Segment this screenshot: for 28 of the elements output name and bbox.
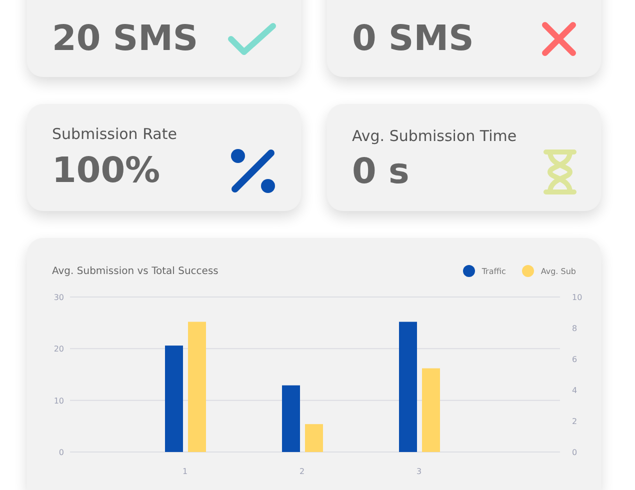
stat-label: Submission Rate — [52, 125, 178, 143]
axis-label: 1 — [182, 467, 188, 476]
bar — [305, 424, 323, 452]
axis-label: 10 — [572, 293, 582, 302]
stat-value: 100% — [52, 150, 160, 193]
stat-label: Avg. Submission Time — [352, 127, 518, 145]
bar — [282, 385, 300, 452]
legend-label: Avg. Sub — [540, 266, 576, 276]
axis-label: 3 — [416, 467, 422, 476]
axis-label: 4 — [572, 386, 578, 395]
stat-value: 0 s — [352, 151, 410, 194]
stat-value: 0 SMS — [352, 18, 474, 61]
axis-label: 2 — [299, 467, 305, 476]
percent-icon — [229, 147, 277, 195]
hourglass-icon — [543, 149, 577, 195]
axis-label: 0 — [572, 448, 578, 457]
axis-label: 30 — [54, 293, 64, 302]
axis-label: 20 — [54, 344, 64, 354]
axis-label: 0 — [58, 448, 64, 457]
axis-label: 8 — [572, 324, 578, 333]
axis-label: 2 — [572, 417, 578, 426]
cross-icon — [541, 21, 577, 57]
legend-label: Traffic — [482, 266, 506, 276]
stat-value: 20 SMS — [52, 18, 198, 61]
checkmark-icon — [227, 22, 277, 56]
chart-title: Avg. Submission vs Total Success — [52, 266, 218, 276]
axis-label: 6 — [572, 355, 578, 364]
axis-label: 10 — [54, 396, 64, 406]
